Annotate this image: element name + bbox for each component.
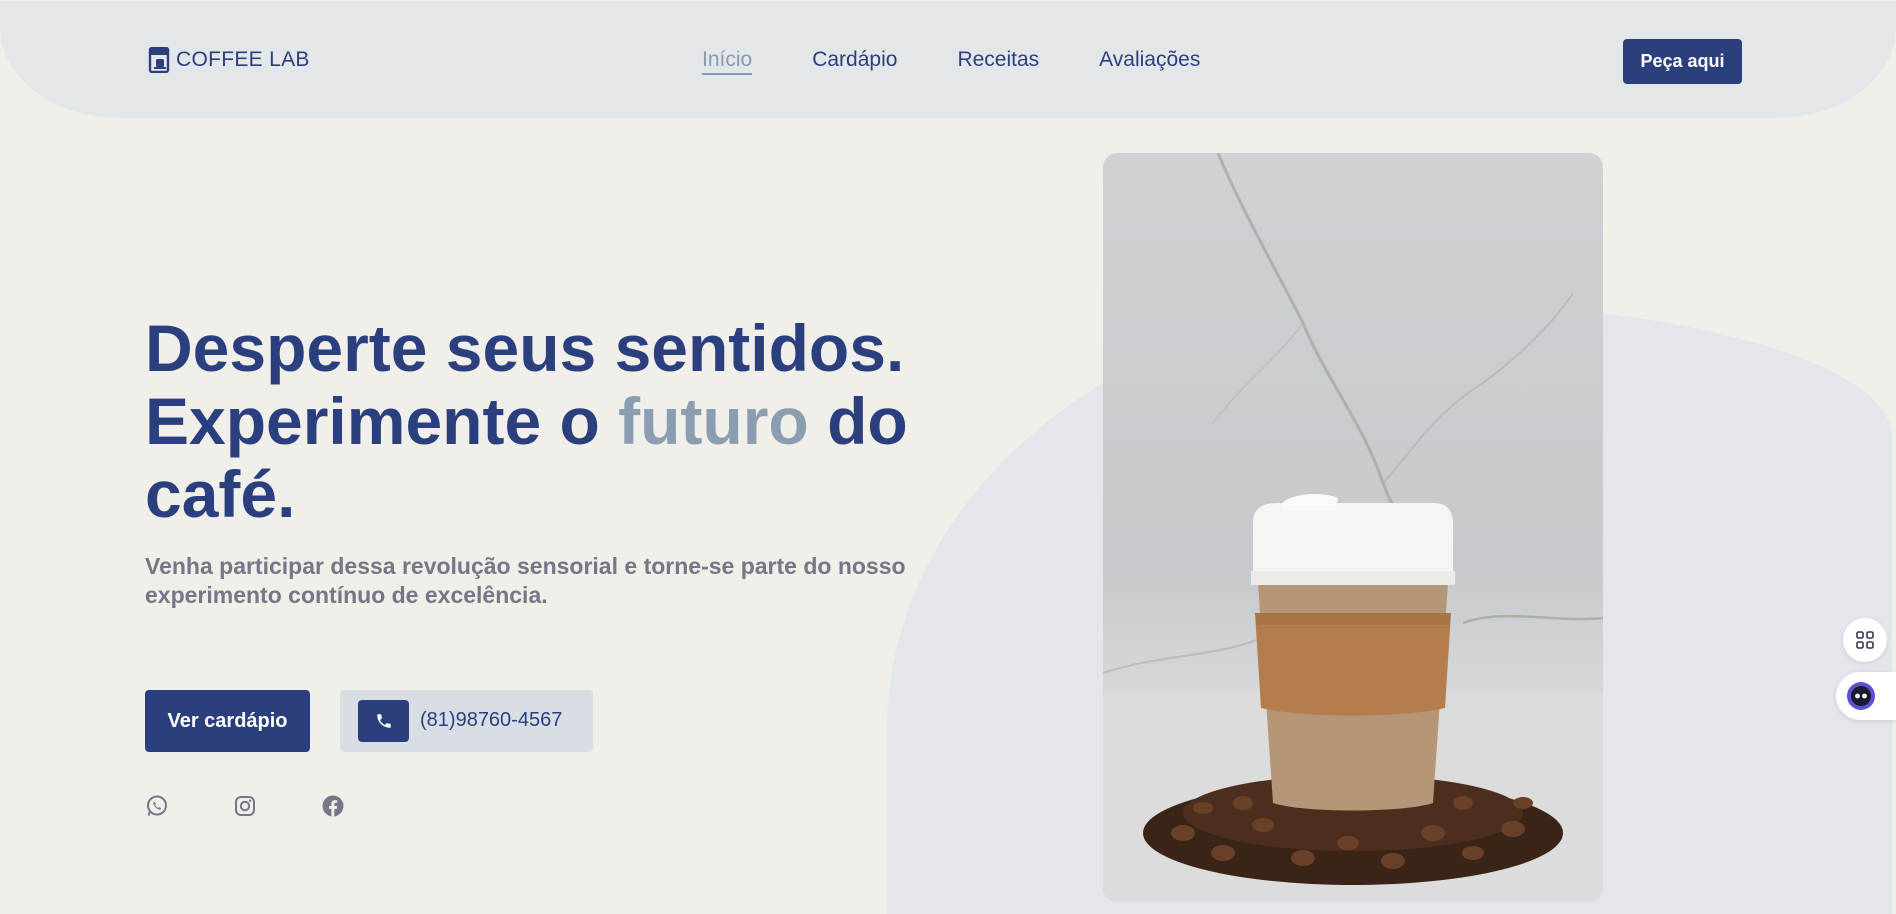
brand-logo[interactable]: COFFEE LAB <box>148 47 310 73</box>
assistant-widget-button[interactable] <box>1836 672 1896 720</box>
hero-coffee-photo <box>1103 153 1603 902</box>
brand-name: COFFEE LAB <box>176 48 310 71</box>
social-links <box>145 794 345 818</box>
hero-title-line2b: do <box>808 384 908 458</box>
nav-item-inicio[interactable]: Início <box>702 48 753 75</box>
whatsapp-icon[interactable] <box>145 794 169 818</box>
phone-icon-box <box>358 700 409 742</box>
instagram-icon[interactable] <box>233 794 257 818</box>
view-menu-button[interactable]: Ver cardápio <box>145 690 310 752</box>
hero-title: Desperte seus sentidos. Experimente o fu… <box>145 312 945 531</box>
hero-title-line3: café. <box>145 457 296 531</box>
phone-button[interactable]: (81)98760-4567 <box>340 690 593 752</box>
hero-subtitle: Venha participar dessa revolução sensori… <box>145 553 906 608</box>
coffee-cup-image <box>1103 153 1603 902</box>
order-button[interactable]: Peça aqui <box>1623 39 1742 84</box>
facebook-icon[interactable] <box>321 794 345 818</box>
grid-icon <box>1856 631 1874 649</box>
hero-title-line2a: Experimente o <box>145 384 619 458</box>
nav-item-receitas[interactable]: Receitas <box>957 48 1039 75</box>
phone-icon <box>376 714 391 728</box>
nav-item-avaliacoes[interactable]: Avaliações <box>1099 48 1200 75</box>
phone-number: (81)98760-4567 <box>420 709 563 731</box>
assistant-icon <box>1847 682 1875 710</box>
nav-item-cardapio[interactable]: Cardápio <box>812 48 897 75</box>
apps-widget-button[interactable] <box>1843 618 1887 662</box>
hero-title-accent: futuro <box>618 384 809 458</box>
hero-title-line1: Desperte seus sentidos. <box>145 311 905 385</box>
main-nav: Início Cardápio Receitas Avaliações <box>702 48 1200 75</box>
site-header: COFFEE LAB Início Cardápio Receitas Aval… <box>0 1 1896 118</box>
coffee-machine-icon <box>148 47 170 73</box>
